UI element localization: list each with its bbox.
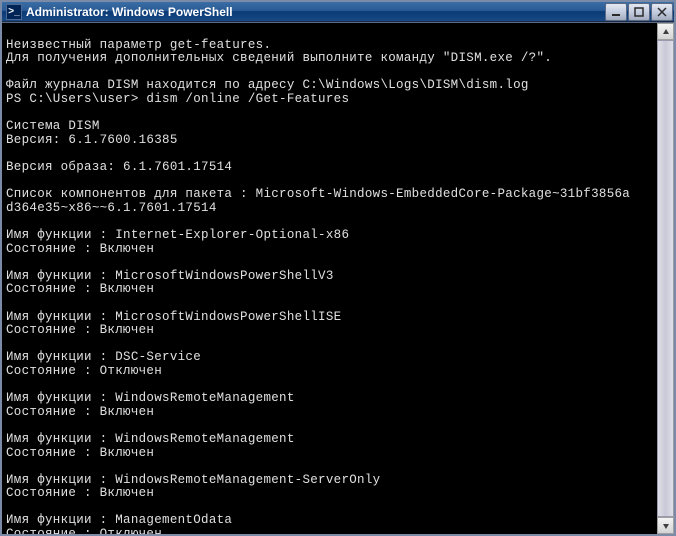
scroll-thumb[interactable] (657, 40, 674, 517)
terminal-line (6, 419, 653, 433)
terminal-line (6, 147, 653, 161)
terminal-line (6, 297, 653, 311)
terminal-line: Неизвестный параметр get-features. (6, 39, 653, 53)
terminal-line (6, 215, 653, 229)
maximize-icon (634, 7, 644, 17)
window-buttons (605, 2, 674, 21)
powershell-window: >_ Administrator: Windows PowerShell (0, 0, 676, 536)
powershell-icon: >_ (6, 4, 22, 20)
terminal-line (6, 256, 653, 270)
terminal-line (6, 66, 653, 80)
terminal-line: Имя функции : MicrosoftWindowsPowerShell… (6, 270, 653, 284)
window-title: Administrator: Windows PowerShell (26, 5, 233, 19)
scroll-down-button[interactable] (657, 517, 674, 534)
terminal-line (6, 460, 653, 474)
terminal-line: Состояние : Включен (6, 243, 653, 257)
terminal-line: Состояние : Отключен (6, 365, 653, 379)
terminal-output[interactable]: Неизвестный параметр get-features.Для по… (2, 23, 657, 534)
terminal-line: Файл журнала DISM находится по адресу C:… (6, 79, 653, 93)
terminal-line: Состояние : Включен (6, 283, 653, 297)
terminal-line: Состояние : Включен (6, 447, 653, 461)
maximize-button[interactable] (628, 3, 650, 21)
terminal-line: Версия образа: 6.1.7601.17514 (6, 161, 653, 175)
terminal-line: Версия: 6.1.7600.16385 (6, 134, 653, 148)
minimize-icon (611, 7, 621, 17)
terminal-line (6, 107, 653, 121)
terminal-line: Состояние : Отключен (6, 528, 653, 534)
terminal-line: Имя функции : WindowsRemoteManagement (6, 392, 653, 406)
terminal-line (6, 379, 653, 393)
terminal-line: Состояние : Включен (6, 487, 653, 501)
terminal-line: Состояние : Включен (6, 406, 653, 420)
terminal-line: Имя функции : WindowsRemoteManagement-Se… (6, 474, 653, 488)
terminal-line: Состояние : Включен (6, 324, 653, 338)
chevron-down-icon (662, 522, 670, 530)
client-area: Неизвестный параметр get-features.Для по… (2, 22, 674, 534)
terminal-line: PS C:\Users\user> dism /online /Get-Feat… (6, 93, 653, 107)
minimize-button[interactable] (605, 3, 627, 21)
terminal-line: Имя функции : ManagementOdata (6, 514, 653, 528)
titlebar[interactable]: >_ Administrator: Windows PowerShell (2, 2, 674, 22)
terminal-line: Для получения дополнительных сведений вы… (6, 52, 653, 66)
chevron-up-icon (662, 28, 670, 36)
terminal-line: Список компонентов для пакета : Microsof… (6, 188, 653, 202)
vertical-scrollbar[interactable] (657, 23, 674, 534)
terminal-line (6, 501, 653, 515)
terminal-line: Имя функции : DSC-Service (6, 351, 653, 365)
terminal-line: Имя функции : MicrosoftWindowsPowerShell… (6, 311, 653, 325)
terminal-line: Имя функции : WindowsRemoteManagement (6, 433, 653, 447)
terminal-line: Имя функции : Internet-Explorer-Optional… (6, 229, 653, 243)
close-button[interactable] (651, 3, 673, 21)
scroll-up-button[interactable] (657, 23, 674, 40)
terminal-line (6, 338, 653, 352)
scroll-track[interactable] (657, 40, 674, 517)
terminal-line: Система DISM (6, 120, 653, 134)
terminal-line (6, 175, 653, 189)
terminal-line (6, 25, 653, 39)
close-icon (657, 7, 667, 17)
terminal-line: d364e35~x86~~6.1.7601.17514 (6, 202, 653, 216)
